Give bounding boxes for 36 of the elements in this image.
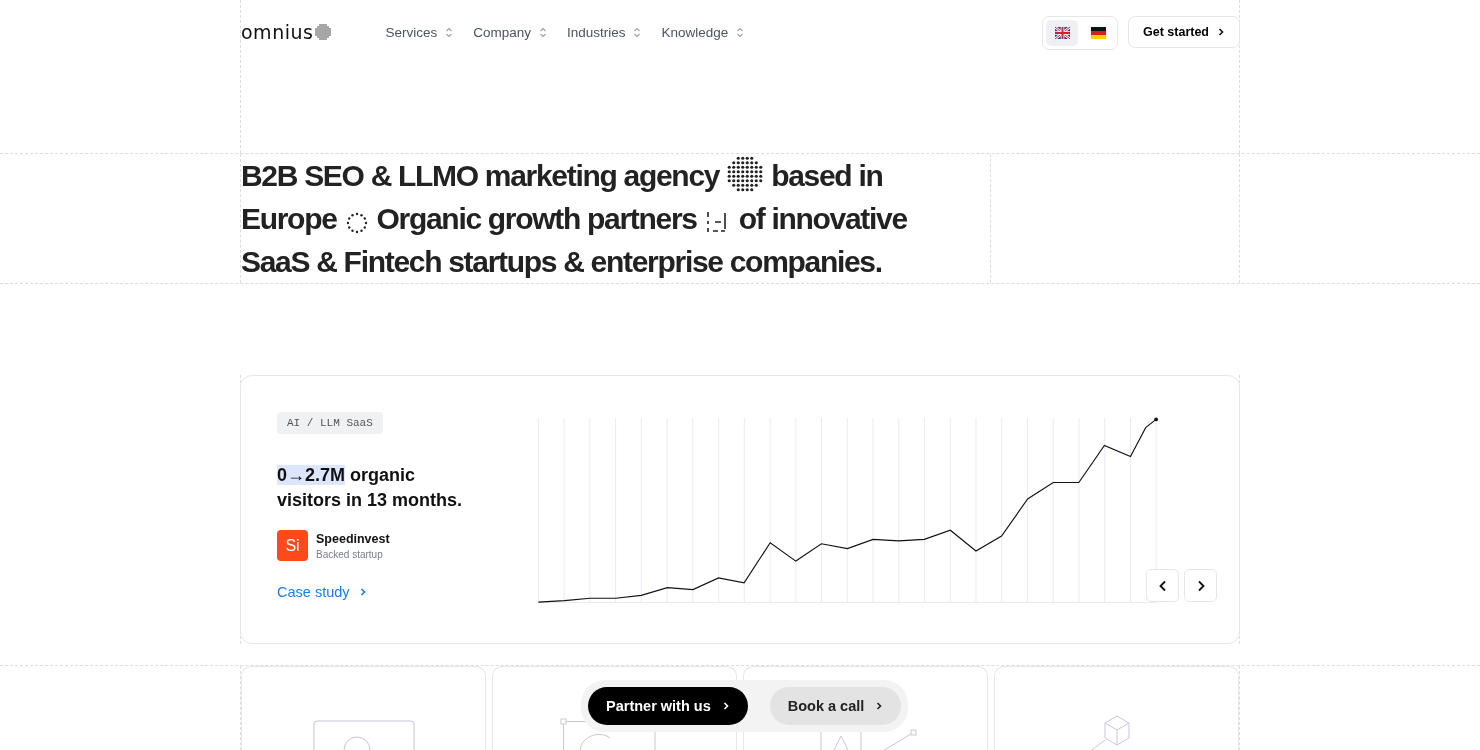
nav-menu-item[interactable]: Industries <box>566 24 642 40</box>
headline-text: of innovative <box>738 201 907 237</box>
chevron-right-icon <box>1217 27 1225 37</box>
company-subtitle: Backed startup <box>316 548 384 560</box>
headline-text: B2B SEO & LLMO marketing agency <box>241 158 720 194</box>
logo-dots-icon <box>315 24 332 40</box>
uk-flag-icon <box>1054 27 1070 39</box>
chevron-right-icon <box>721 701 730 711</box>
chevron-left-icon <box>1157 579 1168 592</box>
headline-text: SaaS & Fintech startups & enterprise companies. <box>241 244 882 280</box>
headline-text: Organic growth partners <box>376 201 697 237</box>
dotted-circle-icon <box>344 211 369 235</box>
nav-menu-item[interactable]: Knowledge <box>661 24 745 40</box>
window-icon <box>312 720 415 750</box>
up-down-chevron-icon <box>736 26 745 38</box>
language-button[interactable] <box>1046 20 1078 46</box>
up-down-chevron-icon <box>633 26 642 38</box>
result-headline: 0→2.7M organic visitors in 13 months. <box>277 464 464 512</box>
logo-wordmark[interactable]: omnius <box>241 21 314 43</box>
company-name: Speedinvest <box>316 531 390 546</box>
get-started-button[interactable]: Get started <box>1128 16 1240 48</box>
nav-menu-item[interactable]: Company <box>473 24 547 40</box>
german-flag-icon <box>1090 27 1106 39</box>
chevron-right-icon <box>358 587 367 597</box>
company-logo: Si <box>277 530 308 561</box>
nav-menu-item[interactable]: Services <box>385 24 454 40</box>
book-call-button[interactable]: Book a call <box>769 687 902 725</box>
chevron-right-icon <box>875 701 884 711</box>
partner-button[interactable]: Partner with us <box>588 687 748 725</box>
headline-text: Europe <box>241 201 337 237</box>
case-study-link[interactable]: Case study <box>277 584 367 600</box>
headline-text: based in <box>771 158 883 194</box>
up-down-chevron-icon <box>445 26 454 38</box>
dotted-sphere-icon <box>727 156 764 192</box>
up-down-chevron-icon <box>538 26 547 38</box>
category-tag: AI / LLM SaaS <box>277 412 383 434</box>
